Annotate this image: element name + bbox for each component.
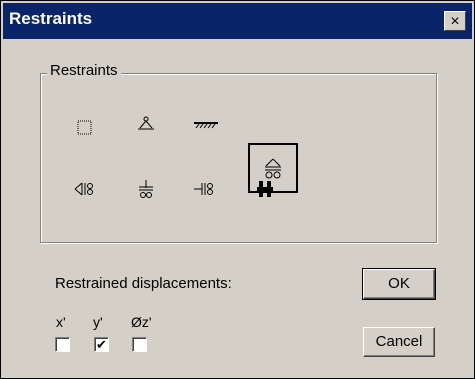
x-displacement-checkbox[interactable] [55,337,70,352]
rz-displacement-checkbox[interactable] [132,337,147,352]
restraint-option-free[interactable] [60,104,110,154]
y-check-label: y' [93,314,103,330]
checkmark-icon: ✔ [96,337,107,352]
cancel-button[interactable]: Cancel [363,327,435,357]
side-slider-icon [194,183,213,195]
fixed-ground-icon [194,122,218,129]
restraint-option-clamped[interactable] [240,164,290,214]
groupbox-label: Restraints [47,62,121,79]
y-displacement-checkbox[interactable]: ✔ [94,337,109,352]
dialog-client: Restraints Restrained displacements: x' … [3,39,472,376]
restraint-option-vertical-slider[interactable] [120,164,170,214]
vertical-slider-roller-icon [139,180,153,198]
restraint-option-side-slider[interactable] [180,164,230,214]
clamped-icon [257,181,273,197]
close-icon: × [450,13,460,30]
x-check-label: x' [56,314,66,330]
title-bar: Restraints × [3,3,472,39]
restraints-groupbox [40,73,437,243]
close-button[interactable]: × [444,11,466,31]
restrained-displacements-label: Restrained displacements: [55,275,232,292]
restraint-option-horizontal-roller[interactable] [60,164,110,214]
pin-support-icon [138,116,154,130]
horizontal-roller-icon [74,182,93,196]
restraint-option-fixed[interactable] [180,104,230,154]
free-icon [77,120,92,135]
rz-check-label: Øz' [131,314,152,330]
restraints-dialog: Restraints × Restraints Restrained displ… [0,0,475,379]
window-title: Restraints [9,9,93,28]
restraint-option-pin[interactable] [120,104,170,154]
ok-button[interactable]: OK [362,268,436,300]
